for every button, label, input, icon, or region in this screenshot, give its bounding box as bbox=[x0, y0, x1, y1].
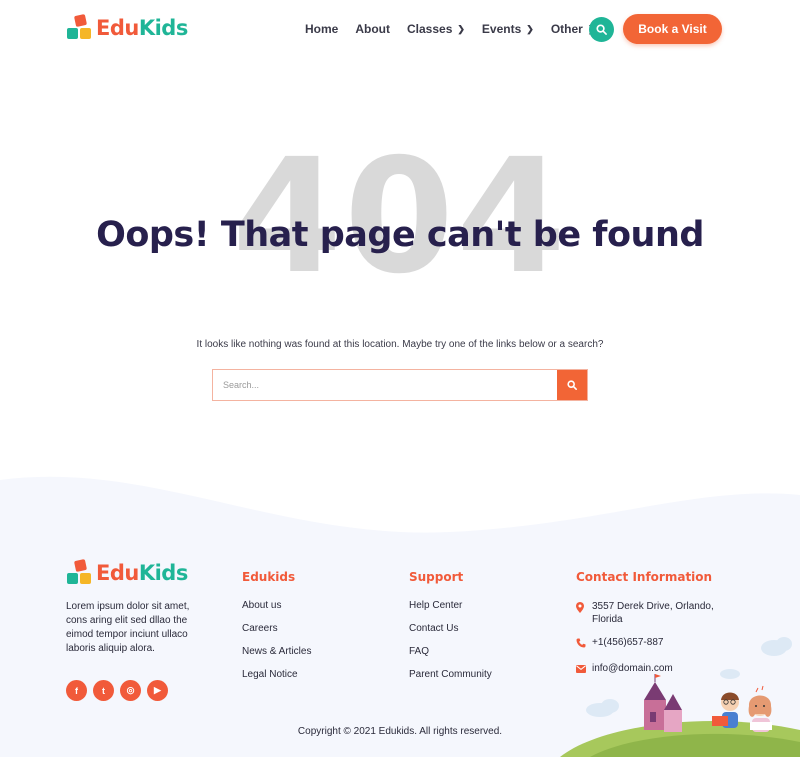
footer-link-news-articles[interactable]: News & Articles bbox=[242, 646, 311, 669]
contact-address: 3557 Derek Drive, Orlando, Florida bbox=[576, 600, 722, 626]
footer-logo[interactable]: EduKids bbox=[67, 558, 188, 586]
social-links: f t ◎ ▶ bbox=[66, 680, 174, 701]
footer-link-careers[interactable]: Careers bbox=[242, 623, 311, 646]
facebook-icon[interactable]: f bbox=[66, 680, 87, 701]
footer-link-about-us[interactable]: About us bbox=[242, 600, 311, 623]
chevron-down-icon: ❯ bbox=[526, 23, 534, 34]
nav-item-classes[interactable]: Classes ❯ bbox=[407, 22, 465, 36]
map-pin-icon bbox=[576, 600, 592, 617]
nav-item-home[interactable]: Home bbox=[305, 22, 338, 36]
logo-blocks-icon bbox=[67, 13, 93, 41]
twitter-icon[interactable]: t bbox=[93, 680, 114, 701]
contact-address-text: 3557 Derek Drive, Orlando, Florida bbox=[592, 601, 714, 625]
footer-column-edukids: Edukids About us Careers News & Articles… bbox=[242, 570, 311, 692]
youtube-icon[interactable]: ▶ bbox=[147, 680, 168, 701]
copyright-text: Copyright © 2021 Edukids. All rights res… bbox=[297, 726, 503, 737]
search-icon bbox=[567, 380, 577, 390]
nav-item-events[interactable]: Events ❯ bbox=[482, 22, 534, 36]
header-logo[interactable]: EduKids bbox=[67, 13, 188, 41]
footer-link-contact-us[interactable]: Contact Us bbox=[409, 623, 492, 646]
logo-text: EduKids bbox=[96, 16, 188, 40]
footer-column-title: Edukids bbox=[242, 570, 296, 584]
logo-text: EduKids bbox=[96, 561, 188, 585]
chevron-down-icon: ❯ bbox=[457, 23, 465, 34]
footer-column-title: Support bbox=[409, 570, 464, 584]
main-nav: Home About Classes❯ Events❯ Other❯ bbox=[305, 22, 612, 36]
error-message: It looks like nothing was found at this … bbox=[196, 339, 604, 350]
instagram-icon[interactable]: ◎ bbox=[120, 680, 141, 701]
footer-about-text: Lorem ipsum dolor sit amet, cons aring e… bbox=[66, 601, 190, 654]
page-title: Oops! That page can't be found bbox=[96, 215, 704, 255]
site-footer: EduKids Lorem ipsum dolor sit amet, cons… bbox=[0, 470, 800, 757]
search-submit-button[interactable] bbox=[557, 370, 587, 400]
header-search-button[interactable] bbox=[589, 17, 614, 42]
site-header: EduKids Home About Classes ❯ Events ❯ Othe… bbox=[0, 0, 800, 60]
footer-link-help-center[interactable]: Help Center bbox=[409, 600, 492, 623]
nav-item-about[interactable]: About bbox=[355, 22, 390, 36]
search-input[interactable] bbox=[213, 370, 557, 400]
logo-blocks-icon bbox=[67, 558, 93, 586]
footer-link-legal-notice[interactable]: Legal Notice bbox=[242, 669, 311, 692]
kids-reading-illustration bbox=[560, 637, 800, 757]
footer-column-support: Support Help Center Contact Us FAQ Paren… bbox=[409, 570, 492, 692]
book-a-visit-button[interactable]: Book a Visit bbox=[623, 14, 722, 44]
footer-column-title: Contact Information bbox=[576, 570, 713, 584]
footer-link-faq[interactable]: FAQ bbox=[409, 646, 492, 669]
footer-link-parent-community[interactable]: Parent Community bbox=[409, 669, 492, 692]
search-icon bbox=[596, 24, 607, 35]
search-form bbox=[212, 369, 588, 401]
